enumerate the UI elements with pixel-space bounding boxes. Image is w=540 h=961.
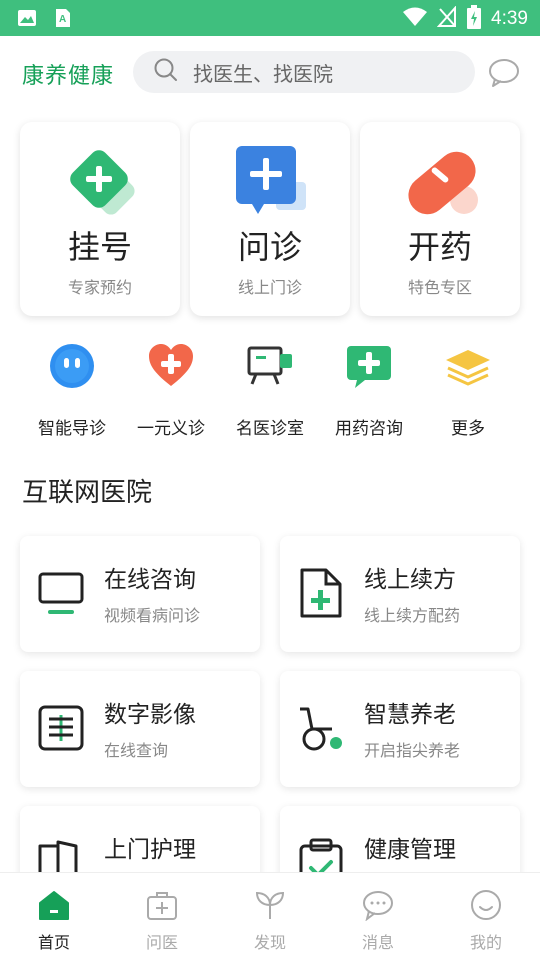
register-subtitle: 专家预约 bbox=[67, 278, 132, 297]
consult-title: 问诊 bbox=[237, 228, 302, 266]
brand-title: 康养健康 bbox=[22, 64, 115, 89]
text-document-icon: A bbox=[52, 7, 74, 29]
primary-services: 挂号 专家预约 问诊 线上门诊 开药 特色专区 bbox=[20, 122, 520, 316]
monitor-icon bbox=[36, 568, 86, 618]
quick-entries: 智能导诊 一元义诊 名医诊室 用药咨询 更多 bbox=[0, 336, 540, 446]
medicine-card[interactable]: 开药 特色专区 bbox=[360, 122, 520, 316]
smile-face-icon bbox=[470, 889, 502, 921]
document-plus-icon bbox=[296, 568, 346, 618]
wifi-icon bbox=[403, 7, 428, 31]
quick-entry-label: 更多 bbox=[451, 419, 485, 439]
tab-home[interactable]: 首页 bbox=[0, 873, 108, 961]
quick-entry-famous-doctor[interactable]: 名医诊室 bbox=[215, 336, 325, 446]
app-header: 康养健康 找医生、找医院 bbox=[0, 36, 540, 110]
service-title: 数字影像 bbox=[104, 702, 196, 728]
quick-entry-label: 智能导诊 bbox=[38, 419, 106, 439]
tab-label: 我的 bbox=[469, 933, 502, 952]
tab-label: 首页 bbox=[37, 933, 70, 952]
register-title: 挂号 bbox=[67, 228, 132, 266]
wheelchair-icon bbox=[296, 703, 346, 753]
service-renew-prescription[interactable]: 线上续方 线上续方配药 bbox=[280, 536, 520, 652]
video-board-icon bbox=[246, 342, 294, 390]
medicine-subtitle: 特色专区 bbox=[407, 278, 472, 297]
service-title: 上门护理 bbox=[104, 837, 196, 863]
service-subtitle: 视频看病问诊 bbox=[104, 606, 201, 625]
tab-discover[interactable]: 发现 bbox=[216, 873, 324, 961]
status-bar: A 4:39 bbox=[0, 0, 540, 36]
service-smart-elderly[interactable]: 智慧养老 开启指尖养老 bbox=[280, 671, 520, 787]
register-card[interactable]: 挂号 专家预约 bbox=[20, 122, 180, 316]
quick-entry-smart-guide[interactable]: 智能导诊 bbox=[17, 336, 127, 446]
search-bar[interactable]: 找医生、找医院 bbox=[133, 51, 475, 93]
pill-icon bbox=[402, 142, 482, 222]
medical-kit-icon bbox=[146, 889, 178, 921]
register-plus-icon bbox=[62, 142, 142, 222]
service-digital-imaging[interactable]: 数字影像 在线查询 bbox=[20, 671, 260, 787]
sprout-icon bbox=[254, 889, 286, 921]
gallery-icon bbox=[16, 7, 38, 29]
layers-icon bbox=[444, 342, 492, 390]
status-time: 4:39 bbox=[491, 8, 528, 29]
quick-entry-label: 用药咨询 bbox=[335, 419, 403, 439]
battery-charging-icon bbox=[467, 5, 482, 33]
bottom-tabbar: 首页 问医 发现 消息 我的 bbox=[0, 872, 540, 960]
consult-subtitle: 线上门诊 bbox=[237, 278, 302, 297]
quick-entry-label: 名医诊室 bbox=[236, 419, 304, 439]
no-signal-icon bbox=[436, 5, 457, 32]
quick-entry-more[interactable]: 更多 bbox=[413, 336, 523, 446]
section-title: 互联网医院 bbox=[22, 478, 153, 508]
robot-face-icon bbox=[48, 342, 96, 390]
chat-plus-icon bbox=[345, 342, 393, 390]
tab-label: 消息 bbox=[361, 933, 394, 952]
service-online-consult[interactable]: 在线咨询 视频看病问诊 bbox=[20, 536, 260, 652]
message-icon[interactable] bbox=[488, 58, 520, 92]
service-title: 健康管理 bbox=[364, 837, 456, 863]
medicine-title: 开药 bbox=[407, 228, 472, 266]
tab-messages[interactable]: 消息 bbox=[324, 873, 432, 961]
tab-label: 发现 bbox=[253, 933, 286, 952]
message-icon bbox=[362, 889, 394, 922]
consult-chat-icon bbox=[232, 142, 312, 222]
service-subtitle: 开启指尖养老 bbox=[364, 741, 461, 760]
tab-label: 问医 bbox=[145, 933, 178, 952]
service-subtitle: 线上续方配药 bbox=[364, 606, 461, 625]
search-placeholder: 找医生、找医院 bbox=[193, 61, 333, 86]
service-title: 在线咨询 bbox=[104, 567, 196, 593]
search-icon bbox=[153, 57, 179, 87]
quick-entry-label: 一元义诊 bbox=[137, 419, 205, 439]
quick-entry-medication[interactable]: 用药咨询 bbox=[314, 336, 424, 446]
xray-icon bbox=[36, 703, 86, 753]
quick-entry-free-clinic[interactable]: 一元义诊 bbox=[116, 336, 226, 446]
service-subtitle: 在线查询 bbox=[104, 741, 169, 760]
service-title: 智慧养老 bbox=[364, 702, 456, 728]
consult-card[interactable]: 问诊 线上门诊 bbox=[190, 122, 350, 316]
tab-ask-doctor[interactable]: 问医 bbox=[108, 873, 216, 961]
service-title: 线上续方 bbox=[364, 567, 456, 593]
heart-plus-icon bbox=[147, 342, 195, 390]
home-icon bbox=[38, 889, 70, 921]
svg-text:A: A bbox=[59, 14, 66, 25]
tab-mine[interactable]: 我的 bbox=[432, 873, 540, 961]
